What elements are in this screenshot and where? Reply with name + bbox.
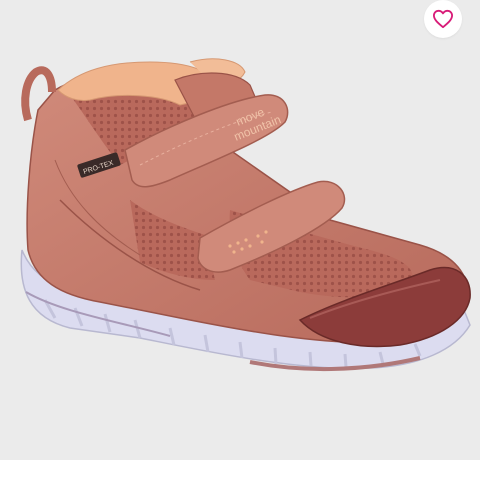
- product-image[interactable]: PRO-TEX move mountain: [0, 0, 480, 460]
- heart-outline-icon: [432, 9, 453, 29]
- bottom-strip: [0, 460, 480, 480]
- wishlist-button[interactable]: [424, 0, 462, 38]
- product-card[interactable]: PRO-TEX move mountain: [0, 0, 480, 460]
